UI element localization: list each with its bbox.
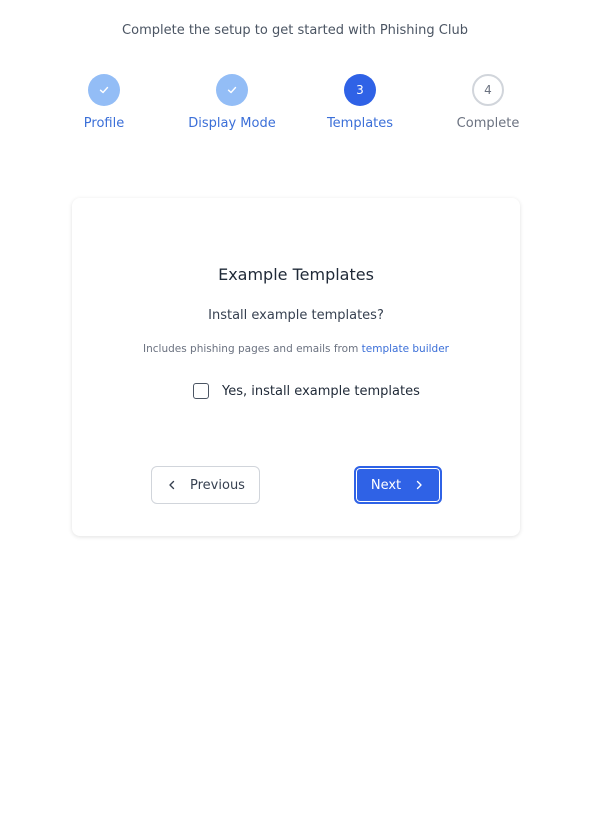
card-question: Install example templates? <box>208 308 384 323</box>
step-label-profile: Profile <box>83 116 125 131</box>
template-builder-link[interactable]: template builder <box>362 343 449 355</box>
setup-subtitle: Complete the setup to get started with P… <box>122 23 468 38</box>
step-profile[interactable]: Profile <box>44 74 164 133</box>
step-display-mode[interactable]: Display Mode <box>172 74 292 133</box>
install-templates-checkbox-row[interactable]: Yes, install example templates <box>193 383 420 399</box>
next-button[interactable]: Next <box>354 466 442 504</box>
check-icon <box>88 74 120 106</box>
card-title: Example Templates <box>218 265 374 284</box>
step-label-complete: Complete <box>456 116 520 131</box>
chevron-right-icon <box>413 479 425 491</box>
step-number-badge: 4 <box>472 74 504 106</box>
step-templates[interactable]: 3 Templates <box>300 74 420 133</box>
card-note-text: Includes phishing pages and emails from <box>143 343 359 355</box>
install-templates-checkbox[interactable] <box>193 383 209 399</box>
step-label-templates: Templates <box>326 116 394 131</box>
step-number-badge: 3 <box>344 74 376 106</box>
chevron-left-icon <box>166 479 178 491</box>
setup-page: Complete the setup to get started with P… <box>0 0 590 825</box>
install-templates-label[interactable]: Yes, install example templates <box>222 384 420 399</box>
step-label-display-mode: Display Mode <box>188 116 276 131</box>
templates-card: Example Templates Install example templa… <box>72 198 520 536</box>
next-button-label: Next <box>370 477 402 493</box>
setup-stepper: Profile Display Mode 3 Templates 4 Compl… <box>0 74 590 144</box>
previous-button[interactable]: Previous <box>151 466 260 504</box>
previous-button-label: Previous <box>190 477 245 493</box>
step-complete[interactable]: 4 Complete <box>428 74 548 133</box>
card-note: Includes phishing pages and emails from … <box>72 343 520 355</box>
check-icon <box>216 74 248 106</box>
